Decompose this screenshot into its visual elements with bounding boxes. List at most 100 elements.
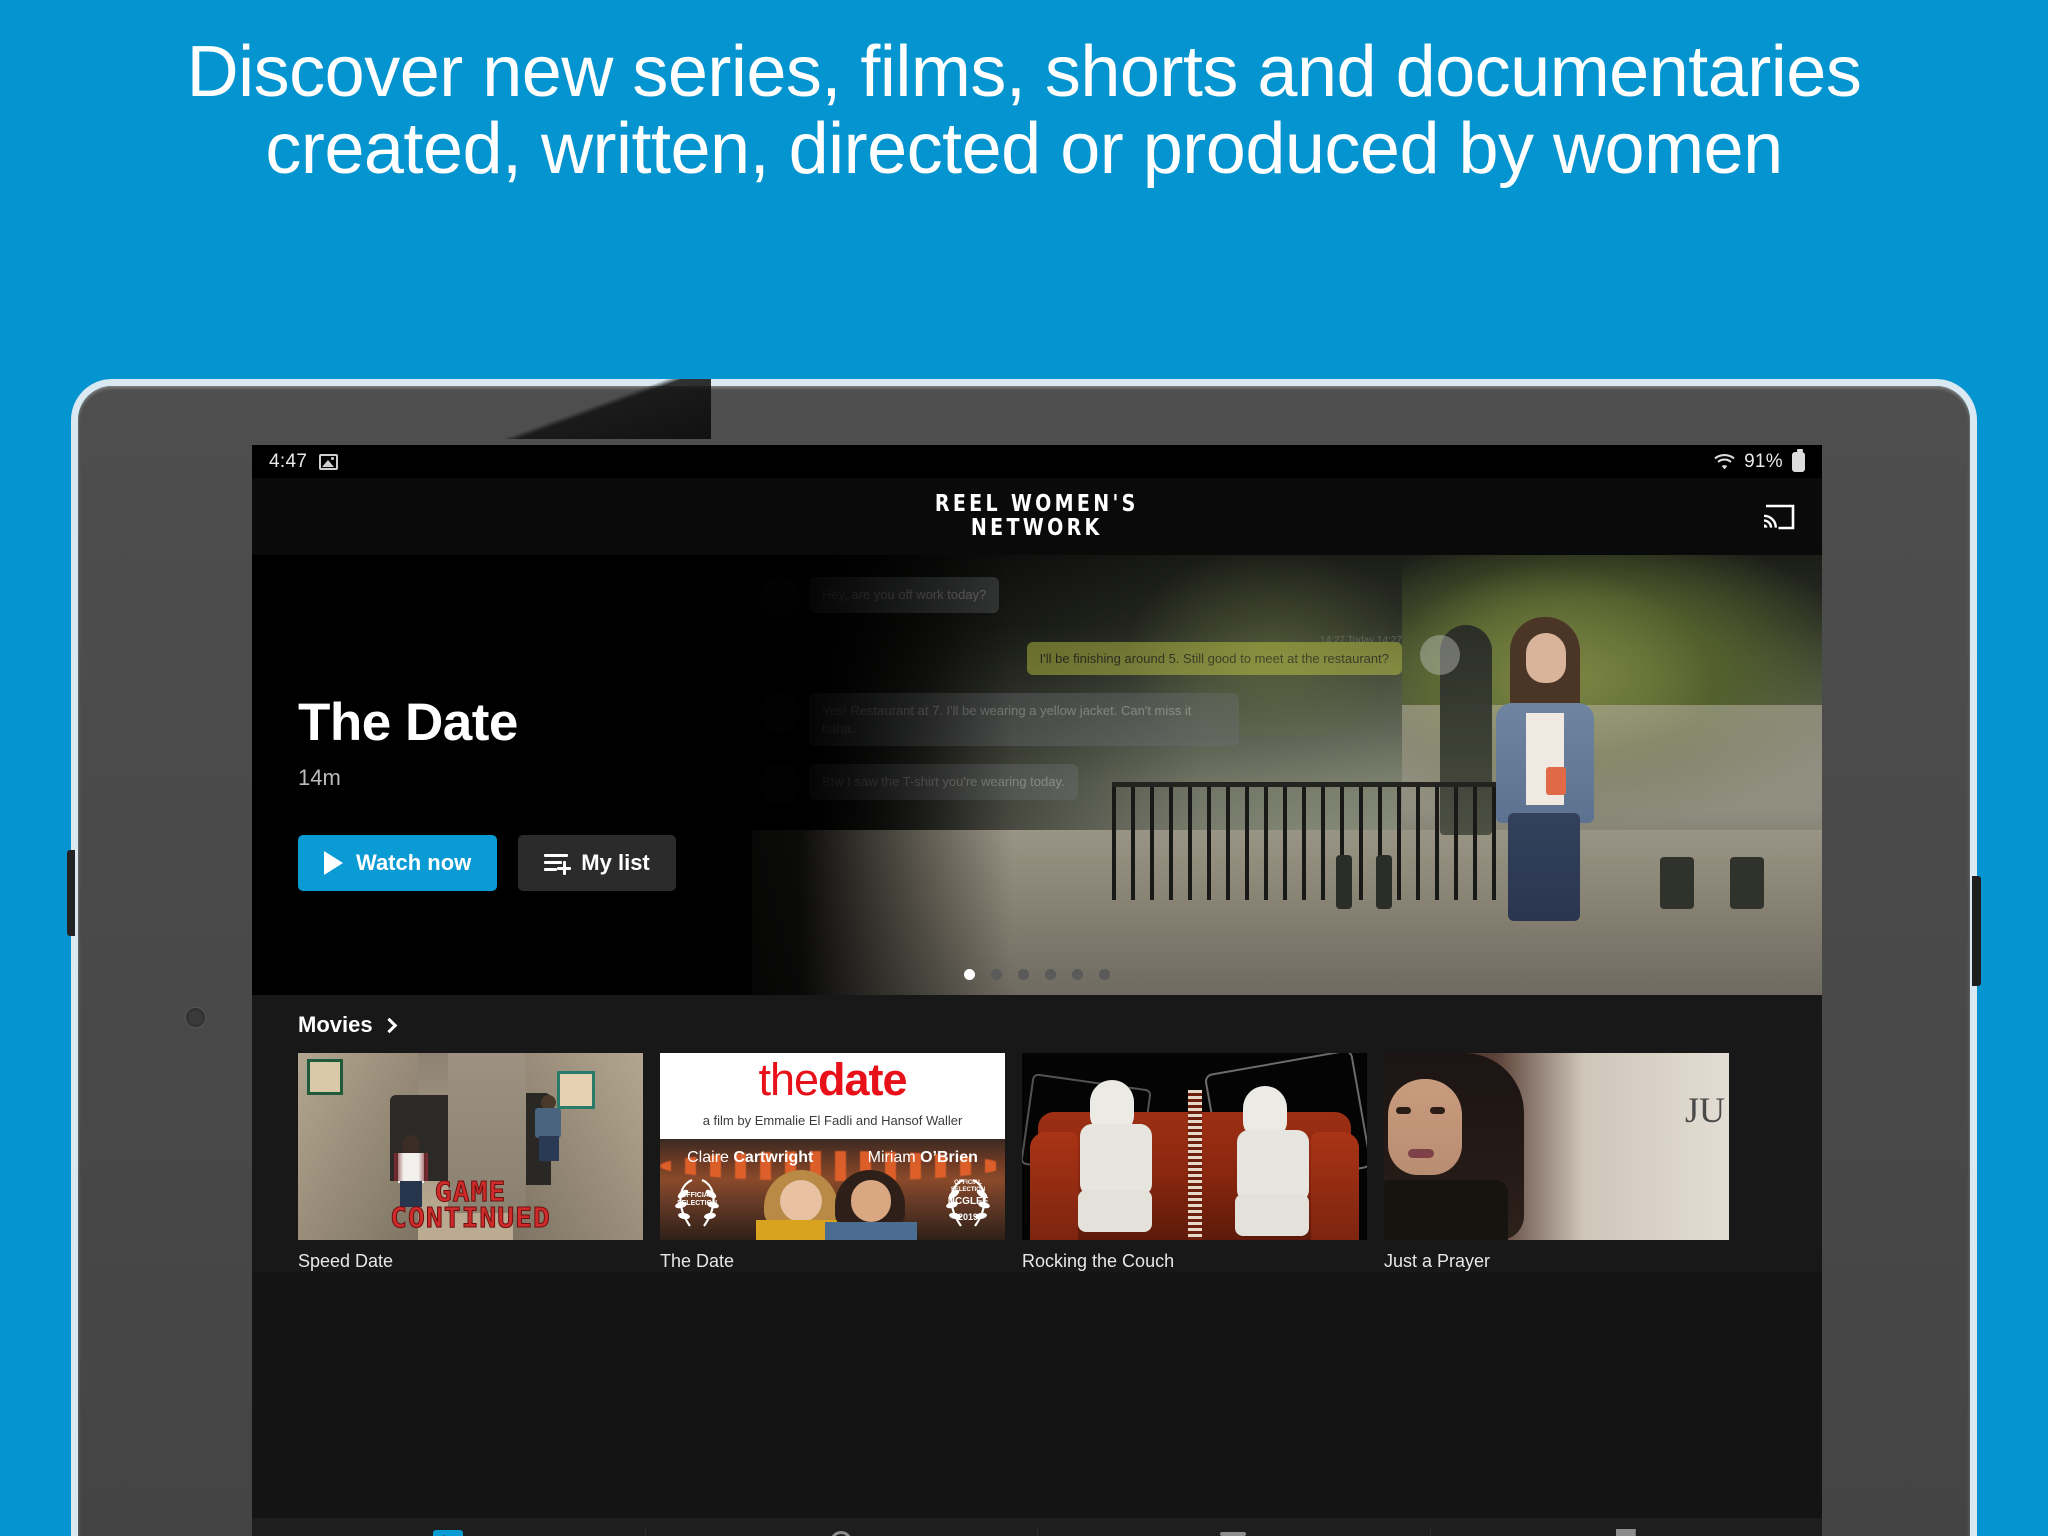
movie-card-title: The Date (660, 1251, 735, 1271)
pixel-avatar-icon (557, 1071, 595, 1109)
movie-thumbnail: thedate a film by Emmalie El Fadli and H… (660, 1053, 1005, 1240)
bezel-corner-bevel (71, 379, 711, 439)
couch-arm (1311, 1132, 1359, 1240)
woman-walking (1482, 617, 1607, 921)
poster-title-bold: date (818, 1054, 908, 1105)
movie-thumbnail: GAME CONTINUED (298, 1053, 643, 1240)
laurel-right-top-text: OFFICIAL SELECTION (950, 1180, 986, 1193)
logo-line-1: REEL WOMEN'S (935, 491, 1139, 517)
nav-item-search[interactable] (644, 1518, 1038, 1536)
promo-headline: Discover new series, films, shorts and d… (186, 32, 1862, 190)
poster-title-thin: the (758, 1054, 819, 1105)
hamburger-menu-icon (1220, 1532, 1247, 1536)
bollard (1336, 855, 1352, 909)
phone-in-hand (1546, 767, 1566, 795)
movie-card-title: Speed Date (298, 1251, 394, 1271)
poster-actor-names: Claire Cartwright Miriam O’Brien (660, 1149, 1005, 1167)
silhouette-figure (1229, 1080, 1315, 1236)
trash-bin (1730, 857, 1764, 909)
search-icon (829, 1531, 852, 1536)
thumbnail-caption: GAME CONTINUED (298, 1177, 643, 1235)
laurel-wreath-icon: OFFICIAL SELECTION NCGLFF 2019 (937, 1172, 999, 1234)
silhouette-figure (1074, 1080, 1160, 1236)
carousel-dot-2[interactable] (991, 969, 1002, 980)
watch-now-button[interactable]: Watch now (298, 835, 498, 891)
image-icon (319, 453, 339, 470)
carousel-dots (252, 969, 1822, 980)
poster-text: JU (1684, 1090, 1725, 1130)
hero-title: The Date (298, 693, 518, 752)
poster-photo: Claire Cartwright Miriam O’Brien OFFICIA… (660, 1139, 1005, 1240)
cast-icon[interactable] (1762, 503, 1796, 531)
wifi-icon (1714, 453, 1735, 470)
face (1388, 1079, 1462, 1175)
bollard (1376, 855, 1392, 909)
movie-card-title: Just a Prayer (1384, 1251, 1491, 1271)
laurel-wreath-icon: OFFICIAL SELECTION (666, 1172, 728, 1234)
movie-thumbnail (1022, 1053, 1367, 1240)
rail-title: Movies (298, 1012, 373, 1037)
playlist-add-icon (544, 853, 572, 875)
actor-first-name: Miriam (867, 1149, 916, 1166)
battery-percent: 91% (1744, 450, 1783, 472)
carousel-dot-4[interactable] (1045, 969, 1056, 980)
logo-line-2: NETWORK (971, 515, 1103, 541)
status-bar: 4:47 91% (252, 445, 1822, 478)
watch-now-label: Watch now (356, 850, 472, 875)
volume-button[interactable] (67, 850, 75, 936)
nav-item-menu[interactable] (1037, 1518, 1430, 1536)
chat-bubble: I'll be finishing around 5. Still good t… (1026, 642, 1402, 675)
laurel-left-text: OFFICIAL SELECTION (676, 1192, 718, 1208)
status-time: 4:47 (269, 450, 308, 472)
app-logo: REEL WOMEN'S NETWORK (926, 493, 1148, 540)
movies-card-list: GAME CONTINUED Speed Date thedate a film… (298, 1053, 1822, 1272)
hero-action-buttons: Watch now My list (298, 835, 1012, 891)
nav-item-my-list[interactable] (1429, 1518, 1823, 1536)
jeans (1508, 813, 1580, 921)
my-list-button[interactable]: My list (518, 835, 676, 891)
laurel-right-name: NCGLFF (947, 1196, 989, 1207)
device-screen: 4:47 91% REEL WOMEN'S NETWORK 14:27 Toda… (252, 445, 1822, 1536)
bottom-navigation-bar (252, 1518, 1822, 1536)
battery-icon (1792, 448, 1805, 472)
hero-duration: 14m (298, 765, 341, 790)
actor-last-name: O’Brien (920, 1149, 978, 1166)
carousel-dot-3[interactable] (1018, 969, 1029, 980)
movie-card[interactable]: JU Just a Prayer (1384, 1053, 1729, 1272)
eye (1396, 1107, 1411, 1114)
caption-line-2: CONTINUED (390, 1201, 551, 1235)
movies-rail-header[interactable]: Movies (298, 1012, 1822, 1038)
status-right-group: 91% (1714, 448, 1805, 473)
movie-card[interactable]: thedate a film by Emmalie El Fadli and H… (660, 1053, 1005, 1272)
my-list-label: My list (581, 850, 650, 875)
pixel-avatar-icon (307, 1059, 343, 1095)
movies-rail: Movies GAME CONTINUED Speed Date thedate… (252, 995, 1822, 1272)
poster-credit: a film by Emmalie El Fadli and Hansof Wa… (702, 1113, 963, 1128)
trash-bin (1660, 857, 1694, 909)
hero-details: The Date 14m Watch now My list (252, 555, 1012, 995)
app-bar: REEL WOMEN'S NETWORK (252, 478, 1822, 555)
avatar (1420, 635, 1460, 675)
carousel-dot-5[interactable] (1072, 969, 1083, 980)
tablet-device-frame: 4:47 91% REEL WOMEN'S NETWORK 14:27 Toda… (67, 379, 1981, 1536)
actor-first-name: Claire (687, 1149, 729, 1166)
power-button[interactable] (1972, 876, 1981, 986)
bookmark-icon (1615, 1529, 1636, 1536)
woman-right (825, 1170, 917, 1240)
jacket (1384, 1180, 1508, 1240)
actor-last-name: Cartwright (733, 1149, 814, 1166)
play-icon (433, 1530, 464, 1536)
carousel-dot-1[interactable] (964, 969, 975, 980)
eye (1430, 1107, 1445, 1114)
hero-carousel[interactable]: Hey, are you off work today? 14:27 Today… (252, 555, 1822, 995)
front-camera (186, 1008, 205, 1027)
movie-card[interactable]: GAME CONTINUED Speed Date (298, 1053, 643, 1272)
movie-card-title: Rocking the Couch (1022, 1251, 1175, 1271)
carousel-dot-6[interactable] (1099, 969, 1110, 980)
face (1526, 633, 1566, 683)
movie-thumbnail: JU (1384, 1053, 1729, 1240)
play-icon (324, 851, 343, 875)
nav-item-watch[interactable] (252, 1518, 645, 1536)
laurel-right-year: 2019 (957, 1212, 979, 1222)
movie-card[interactable]: Rocking the Couch (1022, 1053, 1367, 1272)
